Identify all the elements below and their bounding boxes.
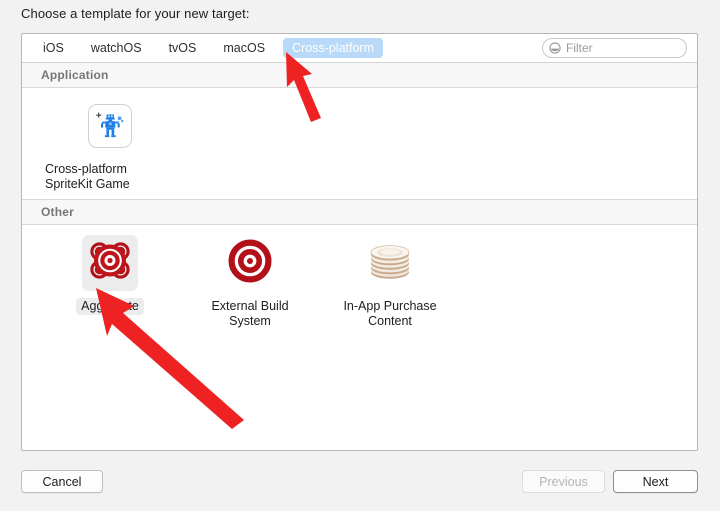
spritekit-robot-icon [88, 104, 132, 148]
section-body-application: Cross-platform SpriteKit Game [22, 88, 697, 200]
template-item-label: In-App Purchase Content [343, 299, 437, 328]
section-header-application: Application [22, 63, 697, 88]
template-item-external-build-system[interactable]: External Build System [180, 235, 320, 330]
target-bullseye-icon [226, 237, 274, 290]
template-icon-wrap [362, 235, 418, 291]
template-item-label: Cross-platform SpriteKit Game [45, 162, 130, 191]
section-header-other: Other [22, 200, 697, 225]
template-grid-other: Aggregate External Build System In-App P… [40, 225, 697, 330]
template-item-in-app-purchase-content[interactable]: In-App Purchase Content [320, 235, 460, 330]
template-grid-application: Cross-platform SpriteKit Game [40, 88, 697, 193]
filter-field[interactable]: Filter [542, 38, 687, 58]
next-button[interactable]: Next [613, 470, 698, 493]
iap-disc-stack-icon [364, 239, 416, 288]
previous-button[interactable]: Previous [522, 470, 605, 493]
template-chooser-panel: iOS watchOS tvOS macOS Cross-platform Fi… [21, 33, 698, 451]
tab-cross-platform[interactable]: Cross-platform [283, 38, 384, 58]
template-item-aggregate[interactable]: Aggregate [40, 235, 180, 330]
template-icon-wrap [82, 235, 138, 291]
template-icon-wrap [222, 235, 278, 291]
cancel-button[interactable]: Cancel [21, 470, 103, 493]
template-icon-wrap [82, 98, 138, 154]
template-item-label: External Build System [211, 299, 289, 328]
section-body-other: Aggregate External Build System In-App P… [22, 225, 697, 448]
page-title: Choose a template for your new target: [21, 6, 250, 21]
filter-circle-icon [549, 42, 561, 54]
tab-macos[interactable]: macOS [214, 38, 274, 58]
tab-watchos[interactable]: watchOS [82, 38, 151, 58]
tab-ios[interactable]: iOS [34, 38, 73, 58]
tab-tvos[interactable]: tvOS [160, 38, 206, 58]
filter-placeholder: Filter [566, 41, 593, 55]
template-item-label: Aggregate [76, 298, 144, 315]
aggregate-target-icon [84, 237, 136, 290]
platform-tab-bar: iOS watchOS tvOS macOS Cross-platform Fi… [22, 34, 697, 63]
template-item-spritekit-game[interactable]: Cross-platform SpriteKit Game [40, 98, 180, 193]
